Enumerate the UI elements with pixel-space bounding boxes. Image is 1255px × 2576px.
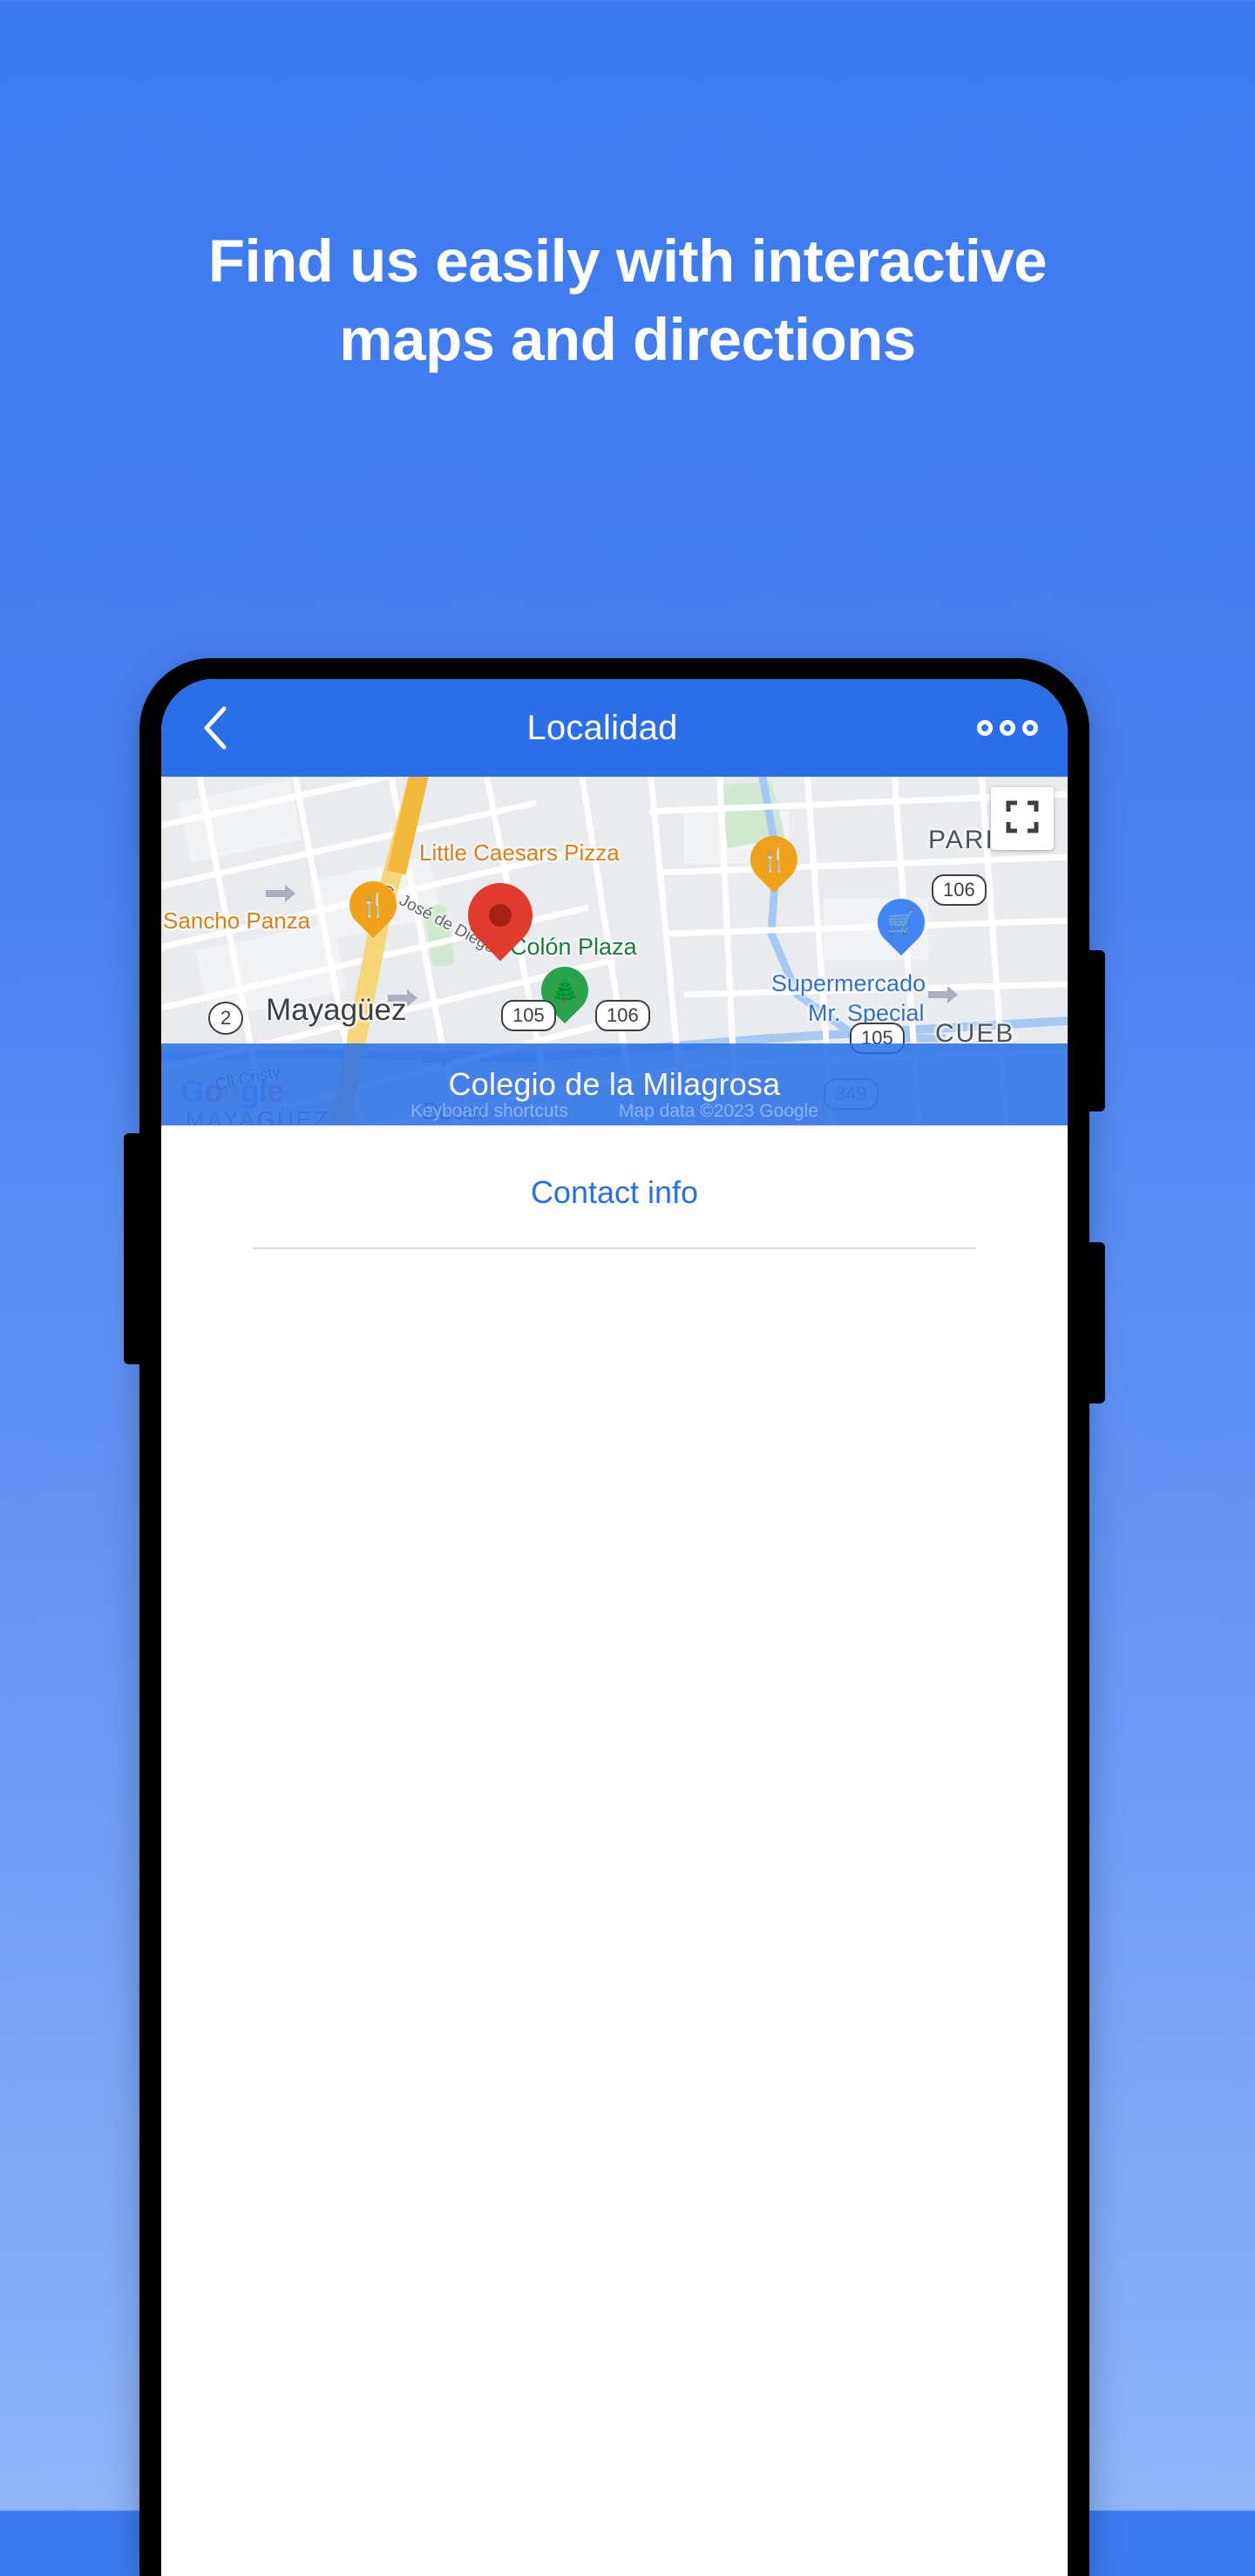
phone-mockup: Localidad C. José de Diego Sancho Panza … (124, 658, 1105, 2576)
fullscreen-icon (1005, 799, 1040, 839)
phone-volume-button (124, 1133, 143, 1364)
keyboard-shortcuts-link[interactable]: Keyboard shortcuts (410, 1101, 568, 1122)
tree-icon: 🌲 (550, 977, 580, 1003)
road-shield: 2 (208, 1002, 244, 1035)
content-divider (253, 1247, 976, 1249)
overflow-menu-button[interactable] (977, 703, 1038, 752)
chevron-left-icon (200, 703, 230, 752)
map-overlay-title: Colegio de la Milagrosa (448, 1066, 781, 1102)
road-shield: 106 (595, 1000, 650, 1031)
map-label-sancho-panza: Sancho Panza (163, 907, 311, 934)
overflow-menu-icon-dot-3 (1022, 720, 1038, 736)
overflow-menu-icon-dot-1 (977, 720, 993, 736)
map-view[interactable]: C. José de Diego Sancho Panza Little Cae… (161, 777, 1068, 1125)
shopping-cart-icon: 🛒 (886, 909, 916, 935)
map-label-little-caesars: Little Caesars Pizza (419, 839, 620, 866)
map-label-supermercado: Supermercado (771, 970, 926, 996)
road-shield: 106 (932, 874, 987, 906)
map-fullscreen-button[interactable] (991, 787, 1054, 850)
page-title: Find us easily with interactive maps and… (207, 228, 1048, 373)
map-overlay-banner: Colegio de la Milagrosa Keyboard shortcu… (161, 1043, 1068, 1125)
overflow-menu-icon-dot-2 (1000, 720, 1015, 736)
road-shield: 105 (501, 1000, 556, 1031)
restaurant-icon: 🍴 (759, 846, 789, 873)
map-label-mayaguez: Mayagüez (266, 993, 407, 1027)
map-label-colon-plaza: Colón Plaza (510, 934, 637, 960)
app-bar-title: Localidad (526, 708, 678, 747)
map-data-attribution: Map data ©2023 Google (618, 1101, 819, 1121)
restaurant-icon: 🍴 (358, 892, 388, 918)
app-bar: Localidad (161, 679, 1068, 777)
phone-power-button (1086, 950, 1105, 1111)
app-content: Contact info (161, 1125, 1068, 2576)
contact-info-link[interactable]: Contact info (161, 1174, 1068, 1211)
phone-screen: Localidad C. José de Diego Sancho Panza … (161, 679, 1068, 2576)
phone-side-button-secondary (1086, 1242, 1105, 1404)
map-label-pari: PARI (928, 826, 994, 854)
map-attribution: Keyboard shortcuts Map data ©2023 Google (161, 1101, 1068, 1122)
